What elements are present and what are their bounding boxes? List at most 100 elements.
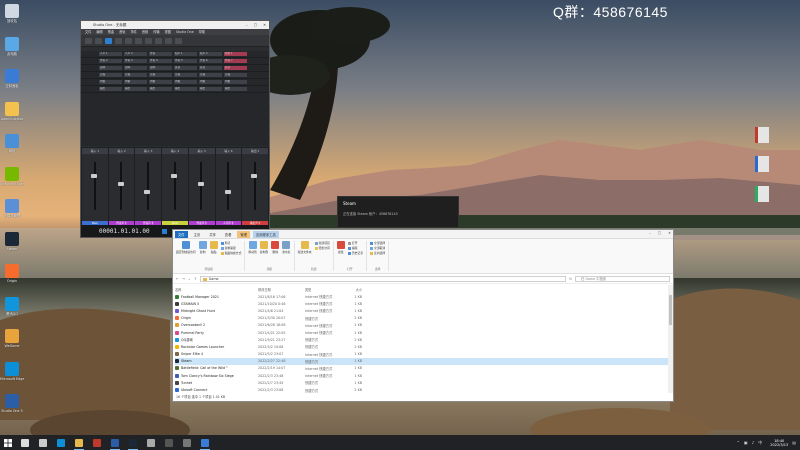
ribbon-button[interactable]: 重命名 [282,241,291,254]
file-row[interactable]: Tom Clancy's Rainbow Six Siege 2022/2/3 2… [175,372,668,379]
mixer-channel-strip[interactable]: 输入 2 伴奏声卡 [108,148,135,226]
maximize-icon[interactable]: □ [254,21,257,29]
track-event[interactable]: 伴奏 3 [124,59,147,63]
track-event[interactable]: 延迟 [174,66,197,70]
track-event[interactable]: 输出 [99,87,122,91]
desktop-icon-right-3[interactable] [755,186,769,202]
file-row[interactable]: QQ游戏 2021/9/21 23:27 快捷方式 2 KB [175,336,668,343]
minimize-icon[interactable]: – [649,231,651,235]
taskbar-app-edge[interactable] [52,435,70,450]
ribbon-button[interactable]: 新建文件夹 [298,241,312,254]
file-row[interactable]: Rockstar Games Launcher 2022/3/2 10:08 快捷方… [175,343,668,350]
ribbon-small-button[interactable]: 新建项目 [314,241,330,245]
fader-knob[interactable] [117,182,124,186]
track-event[interactable]: 伴奏 2 [99,59,122,63]
ribbon-button[interactable]: 移动到 [248,241,257,254]
menu-item[interactable]: 帮助 [199,29,205,35]
studio-one-track-area[interactable]: 人声 1 人声 2 伴奏 和声 1 和声 2 效果 1 伴奏 2 伴奏 3 伴奏 4 伴奏 5 伴奏… [81,51,269,146]
volume-icon[interactable]: ♪ [752,440,755,445]
menu-item[interactable]: Studio One [176,29,194,35]
taskbar-app-app-11[interactable] [196,435,214,450]
notification-icon[interactable]: ▤ [792,440,796,445]
track-event[interactable]: 效果 1 [224,52,247,56]
column-header-type[interactable]: 类型 [305,287,342,292]
close-icon[interactable]: ✕ [263,21,266,29]
menu-item[interactable]: 编辑 [96,29,102,35]
file-row[interactable]: Football Manager 2021 2021/8/16 17:06 Inte… [175,293,668,300]
taskbar-app-studio-one[interactable] [106,435,124,450]
ribbon-button[interactable]: 复制到 [260,241,268,254]
mixer-channel-strip[interactable]: 输出 1 输出声卡 [242,148,269,226]
track-event[interactable]: 均衡 [224,80,247,84]
track-row[interactable]: 输出 输出 输出 输出 输出 输出 [81,86,269,93]
track-event[interactable]: 混响 [124,66,147,70]
track-event[interactable]: 均衡 [174,80,197,84]
menu-item[interactable]: 传输 [153,29,159,35]
ribbon-small-button[interactable]: 剪切 [220,241,242,245]
desktop-icon-right-2[interactable] [755,156,769,172]
file-row[interactable]: GTAMAIN 5 2021/10/20 0:46 Internet 快捷方式 1 K… [175,300,668,307]
fader-track[interactable] [147,162,149,210]
track-event[interactable]: 压缩 [174,73,197,77]
track-row[interactable]: 人声 1 人声 2 伴奏 和声 1 和声 2 效果 1 [81,51,269,58]
track-event[interactable]: 伴奏 [149,52,172,56]
track-event[interactable]: 混响 [99,66,122,70]
menu-item[interactable]: 歌曲 [108,29,114,35]
mixer-channel-strip[interactable]: 输入 4 Main [162,148,188,226]
bend-tool-icon[interactable] [165,37,172,44]
desktop-icon[interactable]: GeForce Experience [0,166,24,186]
split-tool-icon[interactable] [125,37,132,44]
taskbar-app-task-view[interactable] [34,435,52,450]
taskbar-app-app-10[interactable] [178,435,196,450]
track-event[interactable]: 混响 [149,66,172,70]
track-event[interactable]: 输出 [224,87,247,91]
column-header-size[interactable]: 大小 [342,287,362,292]
desktop-icon[interactable]: Studio One 5 [0,394,24,413]
maximize-icon[interactable]: □ [658,231,661,235]
mute-tool-icon[interactable] [155,37,162,44]
file-row[interactable]: Origin 2021/3/30 20:07 快捷方式 2 KB [175,315,668,322]
mixer-channel-strip[interactable]: 输入 5 伴奏声卡 [188,148,215,226]
menu-item[interactable]: 文件 [85,29,91,35]
ribbon-small-button[interactable]: 全部取消 [370,246,385,250]
track-row[interactable]: 混响 混响 混响 延迟 延迟 延迟 [81,65,269,72]
track-event[interactable]: 均衡 [199,80,222,84]
track-event[interactable]: 压缩 [149,73,172,77]
desktop-icon[interactable]: Microsoft Edge [0,361,24,381]
tab-share[interactable]: 共享 [206,231,219,238]
taskbar-app-store[interactable] [88,435,106,450]
fader-track[interactable] [173,162,176,210]
desktop-icon[interactable]: Origin [0,264,24,283]
track-event[interactable]: 输出 [124,87,147,91]
ribbon-small-button[interactable]: 全部选择 [370,241,385,245]
desktop-icon[interactable]: 此电脑 [0,36,24,56]
track-event[interactable]: 输出 [199,87,222,91]
mixer-channel-strip[interactable]: 输入 6 人声声卡 [215,148,242,226]
track-event[interactable]: 人声 1 [99,52,122,56]
fader-track[interactable] [200,162,203,210]
scrollbar-thumb[interactable] [669,295,672,325]
tab-app-tools[interactable]: 应用程序工具 [252,231,279,238]
track-row[interactable]: 压缩 压缩 压缩 压缩 压缩 压缩 [81,72,269,79]
menu-item[interactable]: 事件 [131,29,137,35]
ribbon-small-button[interactable]: 打开 [347,241,363,245]
close-icon[interactable]: ✕ [668,231,671,235]
fader-track[interactable] [253,162,256,210]
tab-view[interactable]: 查看 [222,231,235,238]
pencil-tool-icon[interactable] [145,37,152,44]
tab-home[interactable]: 主页 [191,231,204,238]
desktop-icon[interactable]: 控制面板 [0,69,24,88]
track-event[interactable]: 输出 [149,87,172,91]
listen-tool-icon[interactable] [175,37,182,44]
chevron-down-icon[interactable]: ⌄ [188,277,191,281]
network-icon[interactable]: ▣ [744,440,748,445]
file-row[interactable]: Steam 2022/2/27 22:48 快捷方式 1 KB [175,357,668,365]
eraser-tool-icon[interactable] [135,37,142,44]
taskbar-app-steam[interactable] [124,435,142,450]
taskbar-app-app-9[interactable] [160,435,178,450]
ribbon-button[interactable]: 固定到快速访问 [176,241,196,255]
refresh-icon[interactable]: ↻ [569,277,572,281]
ribbon-button[interactable]: 粘贴 [209,241,218,255]
back-arrow-icon[interactable]: ← [176,277,179,281]
file-row[interactable]: Midnight Ghost Hunt 2021/4/6 21:04 Interne… [175,307,668,314]
